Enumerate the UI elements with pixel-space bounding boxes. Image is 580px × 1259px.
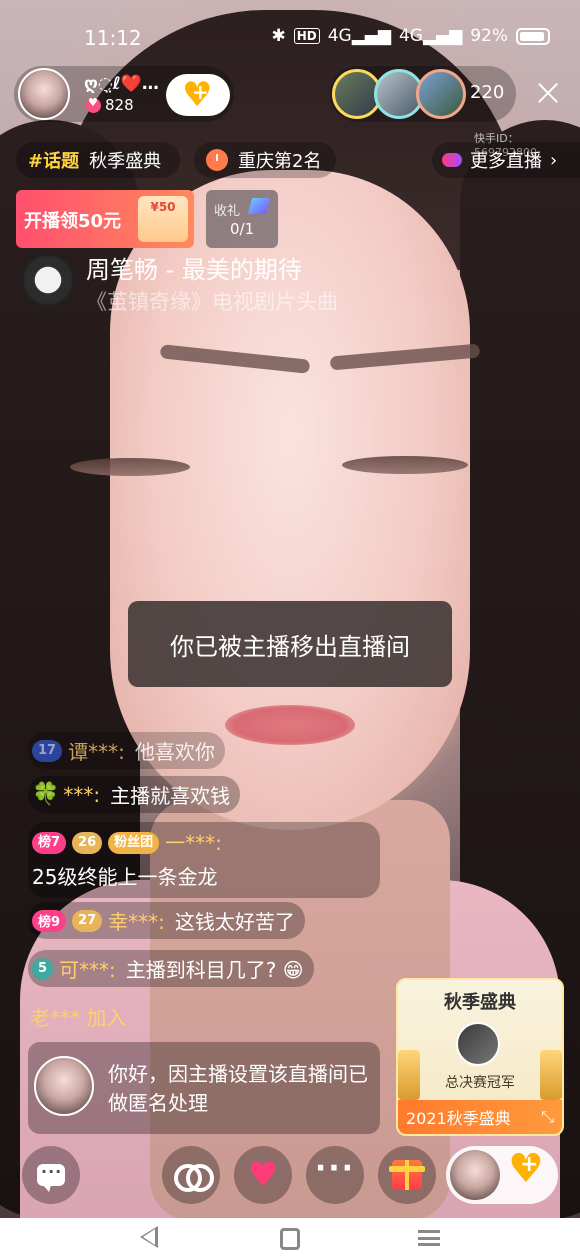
host-name: ღ◌̤ℓ❤️… xyxy=(84,74,159,94)
chat-user: 谭***: xyxy=(68,740,125,764)
rank-badge: 榜7 xyxy=(32,832,67,854)
gift-label: 收礼 xyxy=(214,204,241,219)
comment-button[interactable] xyxy=(22,1146,80,1204)
like-button[interactable]: ♥ xyxy=(234,1146,292,1204)
clock-icon xyxy=(206,149,228,171)
back-icon[interactable] xyxy=(140,1226,158,1248)
music-subtitle: 《茧镇奇缘》电视剧片头曲 xyxy=(86,290,338,314)
event-footer-label: 2021秋季盛典 xyxy=(406,1109,511,1128)
host-follow-button[interactable] xyxy=(446,1146,558,1204)
status-time: 11:12 xyxy=(84,26,142,50)
level-badge: 27 xyxy=(72,909,103,932)
host-avatar[interactable] xyxy=(18,68,70,120)
video-eye-left xyxy=(70,458,190,476)
chat-message[interactable]: 榜9 27 幸***: 这钱太好苦了 xyxy=(28,902,305,939)
heart-plus-icon xyxy=(506,1146,550,1194)
hd-icon: HD xyxy=(293,28,320,44)
join-user: 老*** xyxy=(30,1006,80,1030)
clover-icon: 🍀 xyxy=(32,782,60,807)
status-bar: 11:12 ✱ HD 4G▂▄▆ 4G▂▄▆ 92% xyxy=(0,0,580,72)
join-action: 加入 xyxy=(86,1006,127,1030)
join-notice: 老*** 加入 xyxy=(30,1002,126,1031)
rank-badge: 榜9 xyxy=(32,909,67,932)
more-live-button[interactable]: 更多直播 › xyxy=(432,142,580,178)
topic-label: 秋季盛典 xyxy=(89,151,162,172)
host-likes: 828 xyxy=(86,96,134,114)
more-dots-icon: ··· xyxy=(314,1151,356,1186)
chat-bubble-icon xyxy=(37,1162,65,1192)
topic-hash: #话题 xyxy=(28,151,80,172)
promo-card: ¥50 xyxy=(138,196,188,242)
link-icon xyxy=(174,1164,214,1192)
live-dot-icon xyxy=(442,153,462,167)
gem-icon xyxy=(247,198,271,214)
signal-icon: 4G▂▄▆ xyxy=(327,26,391,46)
host-likes-count: 828 xyxy=(105,96,134,114)
chat-user: 幸***: xyxy=(108,910,165,934)
chat-text: 这钱太好苦了 xyxy=(174,910,295,934)
chat-message[interactable]: 5 可***: 主播到科目几了? 😁 xyxy=(28,950,314,987)
event-footer[interactable]: 2021秋季盛典 ⤡ xyxy=(398,1100,562,1134)
chat-text: 25级终能上一条金龙 xyxy=(32,865,218,889)
chevron-right-icon: › xyxy=(550,149,558,171)
bluetooth-icon: ✱ xyxy=(271,26,286,46)
more-live-label: 更多直播 xyxy=(470,151,542,172)
event-avatar xyxy=(456,1022,500,1066)
promo-banner[interactable]: 开播领50元 ¥50 xyxy=(16,190,194,248)
chat-message[interactable]: 🍀 ***: 主播就喜欢钱 xyxy=(28,776,241,813)
notice-text: 你好，因主播设置该直播间已做匿名处理 xyxy=(108,1062,368,1115)
event-title: 秋季盛典 xyxy=(444,992,516,1013)
toast-text: 你已被主播移出直播间 xyxy=(170,632,410,661)
fans-badge: 粉丝团 xyxy=(108,832,160,854)
chat-text: 主播就喜欢钱 xyxy=(110,784,231,808)
expand-icon[interactable]: ⤡ xyxy=(541,1107,554,1127)
more-button[interactable]: ··· xyxy=(306,1146,364,1204)
viewer-avatar[interactable] xyxy=(416,69,466,119)
video-lips xyxy=(225,705,355,745)
heart-plus-icon xyxy=(178,75,218,115)
music-title: 周笔畅 - 最美的期待 xyxy=(86,256,302,284)
toast-message: 你已被主播移出直播间 xyxy=(128,601,452,687)
status-icons: ✱ HD 4G▂▄▆ 4G▂▄▆ 92% xyxy=(271,26,550,46)
share-button[interactable] xyxy=(162,1146,220,1204)
promo-label: 开播领50元 xyxy=(24,211,122,232)
level-badge: 26 xyxy=(72,832,103,854)
viewer-list[interactable]: 220 xyxy=(330,66,516,122)
topic-pill[interactable]: #话题 秋季盛典 xyxy=(16,142,180,178)
close-icon[interactable]: × xyxy=(530,73,566,114)
chat-user: 可***: xyxy=(59,958,116,982)
viewer-count: 220 xyxy=(470,82,505,103)
chat-user: 一***: xyxy=(165,831,222,855)
chat-message[interactable]: 17 谭***: 他喜欢你 xyxy=(28,732,225,769)
host-avatar-small xyxy=(450,1150,500,1200)
signal-icon-2: 4G▂▄▆ xyxy=(398,26,463,46)
battery-percent: 92% xyxy=(470,26,508,46)
like-heart-icon xyxy=(86,96,101,113)
follow-button[interactable] xyxy=(166,74,230,116)
chat-text: 主播到科目几了? 😁 xyxy=(125,958,304,982)
system-nav-bar xyxy=(0,1218,580,1259)
chat-user: ***: xyxy=(63,782,101,807)
home-icon[interactable] xyxy=(280,1228,300,1250)
gift-count: 0/1 xyxy=(230,220,255,238)
music-disc-icon[interactable] xyxy=(22,254,74,306)
notice-avatar xyxy=(34,1056,94,1116)
level-badge: 17 xyxy=(32,739,63,762)
gift-icon xyxy=(389,1160,425,1190)
gift-button[interactable] xyxy=(378,1146,436,1204)
anonymous-notice: 你好，因主播设置该直播间已做匿名处理 xyxy=(28,1042,380,1134)
rank-label: 重庆第2名 xyxy=(238,151,322,172)
battery-icon xyxy=(516,27,550,45)
chat-text: 他喜欢你 xyxy=(134,740,215,764)
gift-progress[interactable]: 收礼 0/1 xyxy=(206,190,278,248)
event-subtitle: 总决赛冠军 xyxy=(445,1075,515,1091)
winged-heart-icon: ♥ xyxy=(247,1155,279,1195)
level-badge: 5 xyxy=(32,957,54,980)
event-card[interactable]: 秋季盛典 总决赛冠军 2021秋季盛典 ⤡ xyxy=(396,978,564,1136)
video-eye-right xyxy=(342,456,468,474)
rank-pill[interactable]: 重庆第2名 xyxy=(194,142,336,178)
menu-icon[interactable] xyxy=(418,1230,440,1246)
chat-message[interactable]: 榜7 26 粉丝团 一***: 25级终能上一条金龙 xyxy=(28,822,380,898)
